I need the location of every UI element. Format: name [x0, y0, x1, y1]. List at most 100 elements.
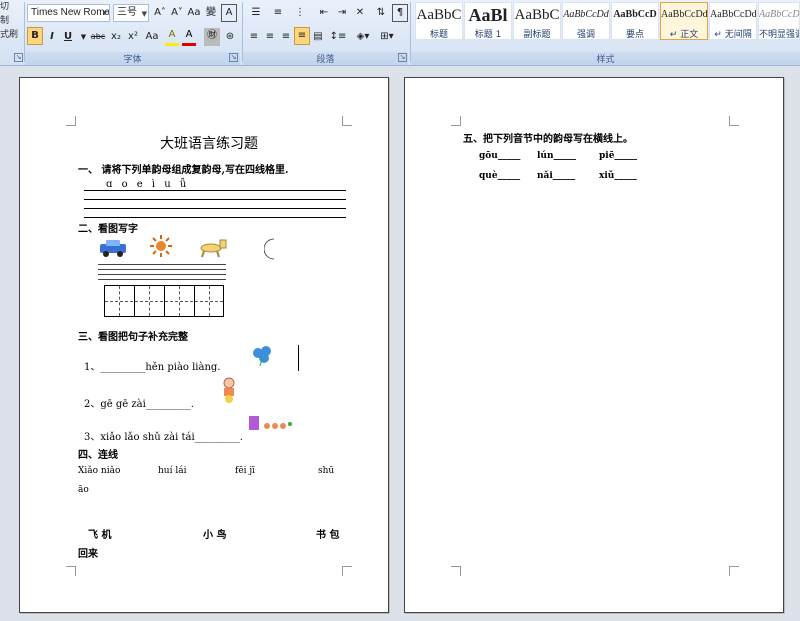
show-marks-icon[interactable]: ¶ [392, 4, 408, 22]
style-subtitle[interactable]: AaBbC 副标题 [513, 2, 561, 40]
style-sample: AaBbCcDd [661, 9, 707, 20]
pinyin-item: shū [318, 466, 335, 476]
writing-line [84, 208, 346, 209]
sentence-1: 1、_________hěn piào liàng. [84, 362, 221, 373]
ribbon: 切 制 式刷 ↘ Times New Romar ▼ 三号 ▼ A˄ A˅ Aa… [0, 0, 800, 66]
subscript-button[interactable]: x₂ [108, 28, 124, 46]
style-sample: AaBbC [416, 7, 462, 23]
distributed-icon[interactable]: ▤ [310, 28, 326, 46]
style-title[interactable]: AaBbC 标题 [415, 2, 463, 40]
style-name: 标题 1 [474, 30, 502, 40]
syllable-blank: xiǔ_____ [599, 171, 637, 181]
writing-line [98, 264, 226, 265]
superscript-button[interactable]: x² [125, 28, 141, 46]
style-normal[interactable]: AaBbCcDd ↵ 正文 [660, 2, 708, 40]
increase-indent-icon[interactable]: ⇥ [334, 4, 350, 22]
word-item: 飞 机 [88, 530, 112, 541]
style-name: 不明显强调 [759, 30, 799, 40]
question-5: 五、把下列音节中的韵母写在横线上。 [463, 134, 633, 145]
font-name-select[interactable]: Times New Romar ▼ [27, 4, 110, 22]
word-item: 小 鸟 [203, 530, 227, 541]
align-left-icon[interactable]: ≡ [246, 28, 262, 46]
horse-picture [200, 239, 227, 258]
style-emphasis[interactable]: AaBbCcDd 强调 [562, 2, 610, 40]
flower-picture [253, 346, 271, 367]
chevron-down-icon[interactable]: ▼ [80, 28, 87, 46]
crop-mark [342, 566, 352, 576]
font-launcher-icon[interactable]: ↘ [229, 53, 238, 62]
pinyin-item: fēi jī [235, 466, 256, 476]
writing-line [98, 279, 226, 280]
font-color-button[interactable]: A [182, 28, 196, 46]
strikethrough-button[interactable]: abc [89, 28, 107, 46]
style-name: 强调 [576, 30, 595, 40]
writing-line [98, 274, 226, 275]
char-shading-button[interactable]: ㊖ [204, 28, 220, 46]
crop-mark [342, 116, 352, 126]
justify-icon[interactable]: ≡ [294, 27, 310, 45]
crop-mark [729, 566, 739, 576]
style-name: 副标题 [523, 30, 551, 40]
style-sample: AaBbCcDd [710, 9, 756, 20]
phonetic-guide-button[interactable]: 變 [203, 4, 219, 22]
font-size-select[interactable]: 三号 ▼ [113, 4, 149, 22]
bullets-icon[interactable]: ☰ [246, 4, 266, 22]
bold-button[interactable]: B [27, 27, 43, 45]
boy-picture [223, 377, 235, 403]
change-case-button[interactable]: Aa [142, 28, 162, 46]
cut-button[interactable]: 切 [0, 0, 22, 14]
text-cursor [298, 345, 299, 371]
style-subtle-emphasis[interactable]: AaBbCcDd 不明显强调 [758, 2, 800, 40]
page-title: 大班语言练习题 [160, 136, 258, 152]
crop-mark [451, 566, 461, 576]
shading-icon[interactable]: ◈▾ [352, 28, 374, 46]
style-name: ↵ 无间隔 [714, 30, 752, 40]
style-no-spacing[interactable]: AaBbCcDd ↵ 无间隔 [709, 2, 757, 40]
paragraph-group-label: 段落 [243, 52, 408, 65]
line-spacing-icon[interactable]: ↕≡ [328, 28, 348, 46]
clear-format-button[interactable]: Aa [186, 4, 202, 22]
align-right-icon[interactable]: ≡ [278, 28, 294, 46]
question-2: 二、看图写字 [78, 224, 138, 235]
style-heading-1[interactable]: AaBl 标题 1 [464, 2, 512, 40]
grow-font-button[interactable]: A˄ [152, 4, 168, 22]
question-4: 四、连线 [78, 450, 118, 461]
highlight-button[interactable]: A [165, 28, 179, 46]
style-name: 标题 [429, 30, 448, 40]
enclose-char-icon[interactable]: ⊛ [222, 28, 238, 46]
align-center-icon[interactable]: ≡ [262, 28, 278, 46]
writing-line [84, 190, 346, 191]
shrink-font-button[interactable]: A˅ [169, 4, 185, 22]
sort-icon[interactable]: ⇅ [373, 4, 389, 22]
pinyin-item: huí lái [158, 466, 187, 476]
style-strong[interactable]: AaBbCcD 要点 [611, 2, 659, 40]
borders-icon[interactable]: ⊞▾ [376, 28, 398, 46]
style-name: 要点 [625, 30, 644, 40]
syllable-blank: lún_____ [537, 151, 577, 161]
syllable-blank: piē_____ [599, 151, 637, 161]
decrease-indent-icon[interactable]: ⇤ [316, 4, 332, 22]
char-border-button[interactable]: A [221, 4, 237, 22]
format-painter-button[interactable]: 式刷 [0, 28, 22, 42]
syllable-blank: què_____ [479, 171, 521, 181]
sun-picture [150, 235, 172, 257]
page-1[interactable]: 大班语言练习题 一、 请将下列单韵母组成复韵母,写在四线格里. ɑ o e ì … [19, 77, 389, 613]
font-name-value: Times New Romar [31, 7, 110, 18]
writing-line [84, 199, 346, 200]
vowel-letters: ɑ o e ì u ǖ [106, 179, 187, 190]
paragraph-launcher-icon[interactable]: ↘ [398, 53, 407, 62]
chevron-down-icon: ▼ [101, 10, 108, 17]
clipboard-launcher-icon[interactable]: ↘ [14, 53, 23, 62]
underline-button[interactable]: U [61, 28, 75, 46]
copy-button[interactable]: 制 [0, 14, 22, 28]
style-sample: AaBbC [514, 7, 560, 23]
numbering-icon[interactable]: ≡ [268, 4, 288, 22]
styles-group-label: 样式 [411, 52, 800, 65]
document-workspace: 大班语言练习题 一、 请将下列单韵母组成复韵母,写在四线格里. ɑ o e ì … [0, 66, 800, 621]
italic-button[interactable]: I [45, 28, 59, 46]
chinese-layout-icon[interactable]: ✕ [350, 4, 370, 22]
multilevel-list-icon[interactable]: ⋮ [290, 4, 310, 22]
word-tail: 回来 [78, 549, 98, 560]
page-2[interactable]: 五、把下列音节中的韵母写在横线上。 gōu_____ lún_____ piē_… [404, 77, 784, 613]
moon-picture [264, 238, 275, 260]
